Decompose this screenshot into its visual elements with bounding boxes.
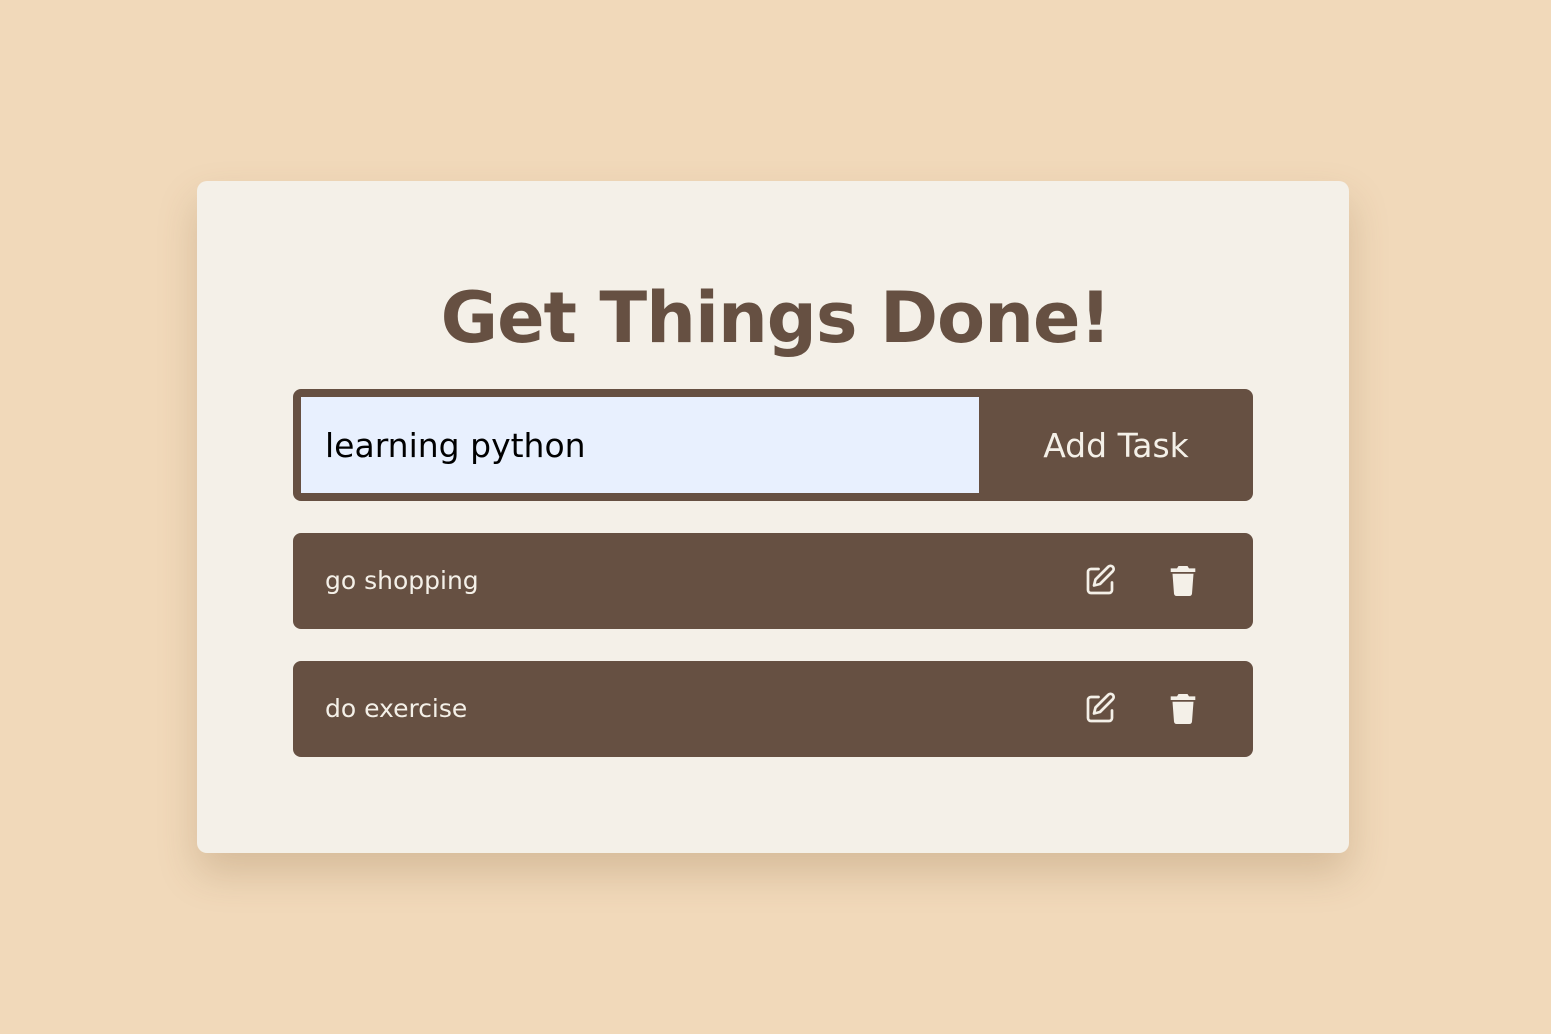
- task-item: go shopping: [293, 533, 1253, 629]
- trash-icon[interactable]: [1165, 691, 1201, 727]
- edit-icon[interactable]: [1082, 563, 1118, 599]
- task-item: do exercise: [293, 661, 1253, 757]
- edit-icon[interactable]: [1082, 691, 1118, 727]
- task-label: go shopping: [325, 566, 479, 595]
- task-input[interactable]: [301, 397, 979, 493]
- task-label: do exercise: [325, 694, 468, 723]
- add-task-button[interactable]: Add Task: [979, 389, 1253, 501]
- page-title: Get Things Done!: [440, 277, 1112, 359]
- add-task-form: Add Task: [293, 389, 1253, 501]
- trash-icon[interactable]: [1165, 563, 1201, 599]
